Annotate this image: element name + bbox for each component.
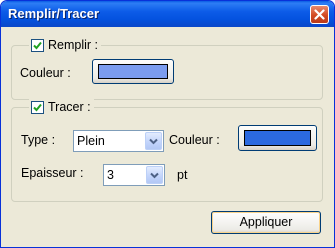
stroke-thickness-unit: pt xyxy=(177,168,188,182)
stroke-type-value: Plein xyxy=(77,134,105,148)
stroke-group-legend[interactable]: Tracer : xyxy=(29,99,94,115)
stroke-type-dropdown-button[interactable] xyxy=(145,132,162,150)
stroke-thickness-dropdown-button[interactable] xyxy=(146,166,163,184)
fill-color-label: Couleur : xyxy=(20,66,71,80)
stroke-group: Tracer : Type : Plein Couleur : Epaisseu… xyxy=(11,99,323,202)
close-x-icon xyxy=(314,9,325,20)
window-title: Remplir/Tracer xyxy=(8,6,100,21)
stroke-thickness-label: Epaisseur : xyxy=(21,166,84,180)
stroke-thickness-select[interactable]: 3 xyxy=(103,164,165,186)
chevron-down-icon xyxy=(149,138,158,145)
stroke-color-swatch xyxy=(244,130,311,146)
checkmark-icon xyxy=(33,103,42,111)
fill-checkbox-label: Remplir : xyxy=(48,38,99,52)
stroke-type-select[interactable]: Plein xyxy=(73,130,164,152)
stroke-thickness-value: 3 xyxy=(107,168,114,182)
dialog-window: Remplir/Tracer Remplir : Couleur : Trace… xyxy=(0,0,335,248)
title-bar[interactable]: Remplir/Tracer xyxy=(1,1,334,27)
fill-color-swatch xyxy=(98,64,168,79)
stroke-checkbox-label: Tracer : xyxy=(48,100,91,114)
checkmark-icon xyxy=(33,41,42,49)
dialog-client-area: Remplir : Couleur : Tracer : Type : Plei… xyxy=(4,27,331,245)
fill-color-button[interactable] xyxy=(92,59,174,84)
stroke-type-label: Type : xyxy=(21,133,56,147)
stroke-color-button[interactable] xyxy=(238,125,317,151)
fill-checkbox[interactable] xyxy=(31,38,44,52)
apply-button[interactable]: Appliquer xyxy=(211,211,321,234)
close-button[interactable] xyxy=(310,5,329,24)
chevron-down-icon xyxy=(150,172,159,179)
stroke-checkbox[interactable] xyxy=(31,100,44,114)
fill-group-legend[interactable]: Remplir : xyxy=(29,37,102,53)
stroke-color-label: Couleur : xyxy=(169,133,220,147)
fill-group: Remplir : Couleur : xyxy=(11,37,323,100)
